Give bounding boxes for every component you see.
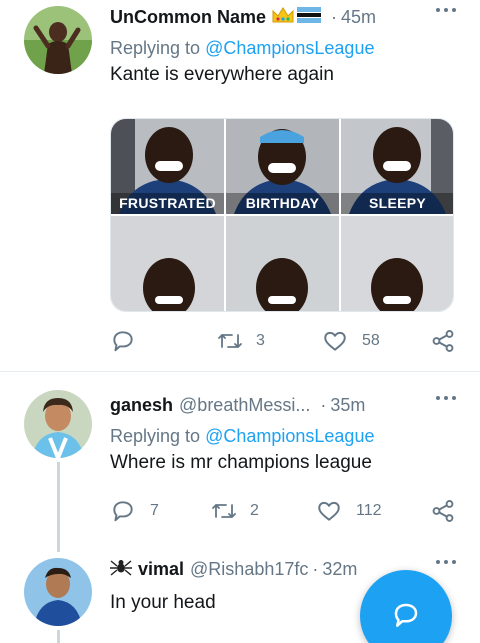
tweet-header: ganesh @breathMessi... · 35m	[110, 390, 468, 420]
thread-line	[57, 630, 60, 643]
media-image[interactable]: SLEEPY	[341, 119, 453, 214]
like-count: 112	[356, 502, 382, 519]
retweet-button[interactable]: 3	[216, 328, 265, 354]
media-image[interactable]	[341, 216, 453, 311]
retweet-icon	[210, 498, 238, 524]
reply-icon	[110, 328, 136, 354]
replying-to: Replying to @ChampionsLeague	[110, 36, 468, 60]
flag-emoji-icon	[297, 6, 322, 28]
avatar[interactable]	[24, 390, 92, 458]
avatar[interactable]	[24, 6, 92, 74]
image-caption: BIRTHDAY	[245, 195, 320, 211]
tweet[interactable]: UnCommon Name · 45m Replying to @Champio…	[0, 0, 480, 370]
tweet-actions: 3 58	[110, 328, 468, 356]
share-button[interactable]	[430, 498, 456, 524]
replying-to: Replying to @ChampionsLeague	[110, 424, 468, 448]
display-name[interactable]: vimal	[138, 559, 184, 580]
timestamp[interactable]: 45m	[341, 7, 376, 28]
user-handle[interactable]: @Rishabh17fc	[190, 559, 308, 580]
separator: ·	[320, 394, 327, 415]
separator: ·	[331, 6, 338, 27]
more-icon[interactable]	[436, 560, 456, 564]
timestamp[interactable]: 35m	[330, 395, 365, 416]
more-icon[interactable]	[436, 8, 456, 12]
replying-label: Replying to	[110, 38, 201, 58]
thread-line	[57, 462, 60, 552]
image-caption: SLEEPY	[368, 195, 427, 211]
reply-count: 7	[150, 502, 159, 519]
tweet-text: Where is mr champions league	[110, 452, 372, 473]
avatar[interactable]	[24, 558, 92, 626]
media-image[interactable]	[226, 216, 339, 311]
like-count: 58	[362, 332, 380, 349]
reply-icon	[110, 498, 136, 524]
share-icon	[430, 328, 456, 354]
mention-link[interactable]: @ChampionsLeague	[205, 38, 374, 58]
retweet-icon	[216, 328, 244, 354]
retweet-count: 2	[250, 502, 259, 519]
like-button[interactable]: 58	[322, 328, 380, 354]
media-image[interactable]: BIRTHDAY	[226, 119, 339, 214]
mention-link[interactable]: @ChampionsLeague	[205, 426, 374, 446]
share-button[interactable]	[430, 328, 456, 354]
crown-emoji-icon	[271, 6, 295, 29]
retweet-count: 3	[256, 332, 265, 349]
compose-reply-icon	[391, 600, 421, 635]
like-icon	[322, 328, 348, 354]
more-icon[interactable]	[436, 396, 456, 400]
tweet-actions: 7 2 112	[110, 498, 468, 526]
display-name[interactable]: ganesh	[110, 395, 173, 416]
media-grid[interactable]: FRUSTRATED BIRTHDAY SLEEPY	[110, 118, 454, 312]
timestamp[interactable]: 32m	[322, 559, 357, 580]
tweet-text: Kante is everywhere again	[110, 64, 334, 85]
reply-button[interactable]	[110, 328, 136, 354]
user-handle[interactable]: @breathMessi...	[179, 395, 310, 416]
separator: ·	[312, 558, 319, 579]
share-icon	[430, 498, 456, 524]
like-button[interactable]: 112	[316, 498, 382, 524]
retweet-button[interactable]: 2	[210, 498, 259, 524]
replying-label: Replying to	[110, 426, 201, 446]
spider-emoji-icon	[110, 557, 132, 582]
reply-button[interactable]: 7	[110, 498, 159, 524]
display-name[interactable]: UnCommon Name	[110, 7, 266, 28]
tweet[interactable]: ganesh @breathMessi... · 35m Replying to…	[0, 372, 480, 552]
image-caption: FRUSTRATED	[119, 195, 216, 211]
media-image[interactable]	[111, 216, 224, 311]
tweet-header: UnCommon Name · 45m	[110, 2, 468, 32]
like-icon	[316, 498, 342, 524]
media-image[interactable]: FRUSTRATED	[111, 119, 224, 214]
